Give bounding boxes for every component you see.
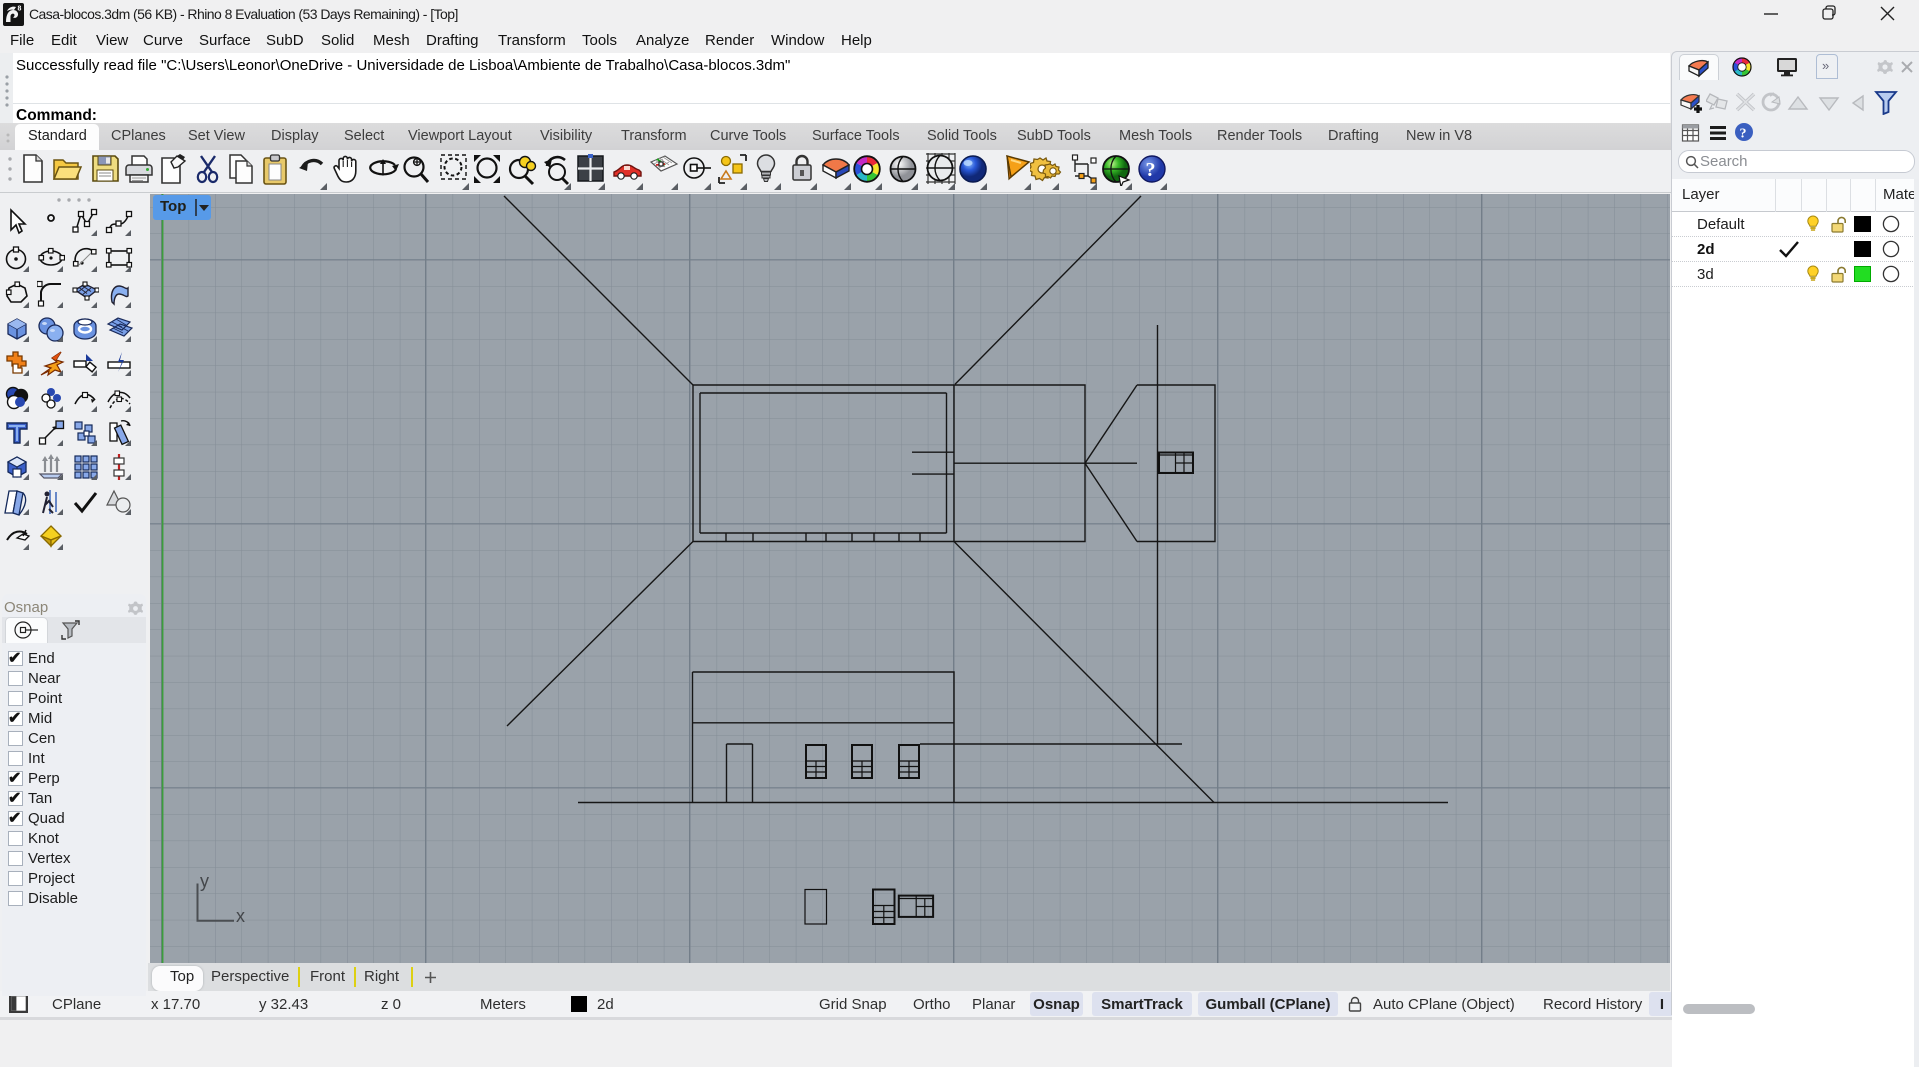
svg-text:x: x	[236, 906, 245, 926]
svg-text:?: ?	[1740, 127, 1747, 142]
svg-text:y: y	[200, 871, 209, 891]
svg-text:8: 8	[18, 6, 22, 13]
